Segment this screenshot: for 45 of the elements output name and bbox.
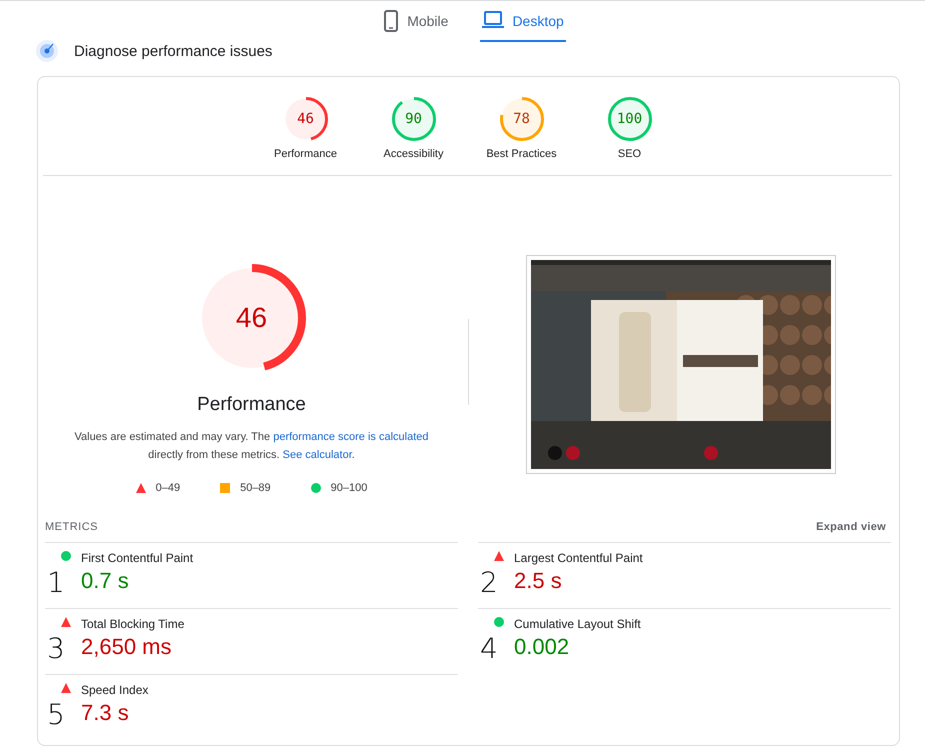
score-gauge (608, 97, 652, 141)
score-value: 46 (297, 112, 314, 126)
legend-label: 90–100 (330, 482, 368, 494)
metric-value: 0.002 (514, 634, 570, 660)
score-value: 46 (236, 304, 268, 332)
gauge-label: SEO (618, 148, 642, 160)
tab[interactable]: Desktop (480, 1, 566, 42)
metric-value: 0.7 s (81, 568, 130, 594)
gauge-label: Best Practices (486, 148, 557, 160)
metric-name: First Contentful Paint (81, 551, 194, 565)
expand-view-button[interactable]: Expand view (816, 521, 886, 533)
lighthouse-gauge-icon (36, 40, 58, 62)
metric-value: 2.5 s (514, 568, 563, 594)
score-value: 90 (405, 112, 422, 126)
metric-name: Speed Index (81, 683, 150, 697)
legend-label: 50–89 (240, 482, 271, 494)
text-link[interactable]: See calculator (282, 449, 352, 461)
score-gauge (500, 97, 544, 141)
gauge-label: Performance (274, 148, 337, 160)
fail-triangle-icon (136, 483, 146, 493)
metric-name: Cumulative Layout Shift (514, 617, 642, 631)
tab[interactable]: Mobile (381, 1, 450, 42)
gauge-title: Performance (197, 394, 306, 416)
section-heading: Diagnose performance issues (74, 42, 272, 60)
score-gauge (392, 97, 436, 141)
average-square-icon (220, 483, 230, 493)
pass-circle-icon (310, 483, 321, 493)
gauge-label: Accessibility (384, 148, 444, 160)
metric-name: Total Blocking Time (81, 617, 186, 631)
score-value: 78 (513, 112, 530, 126)
handwritten-number: 4 (479, 634, 498, 664)
handwritten-number: 1 (46, 568, 65, 598)
metric-value: 2,650 ms (81, 634, 172, 660)
handwritten-number: 5 (46, 700, 65, 730)
score-value: 100 (616, 112, 642, 126)
phone-icon (383, 10, 400, 32)
metric-value: 7.3 s (81, 700, 130, 726)
metrics-title: METRICS (45, 521, 98, 533)
text-link[interactable]: performance score is calculated (273, 431, 428, 443)
score-gauge (284, 97, 328, 141)
legend-label: 0–49 (156, 482, 180, 494)
handwritten-number: 2 (479, 568, 498, 598)
handwritten-number: 3 (46, 634, 65, 664)
metric-name: Largest Contentful Paint (514, 551, 644, 565)
description-text: Values are estimated and may vary. The performance score is calculated directly from these metrics. See calculator. (73, 430, 430, 463)
